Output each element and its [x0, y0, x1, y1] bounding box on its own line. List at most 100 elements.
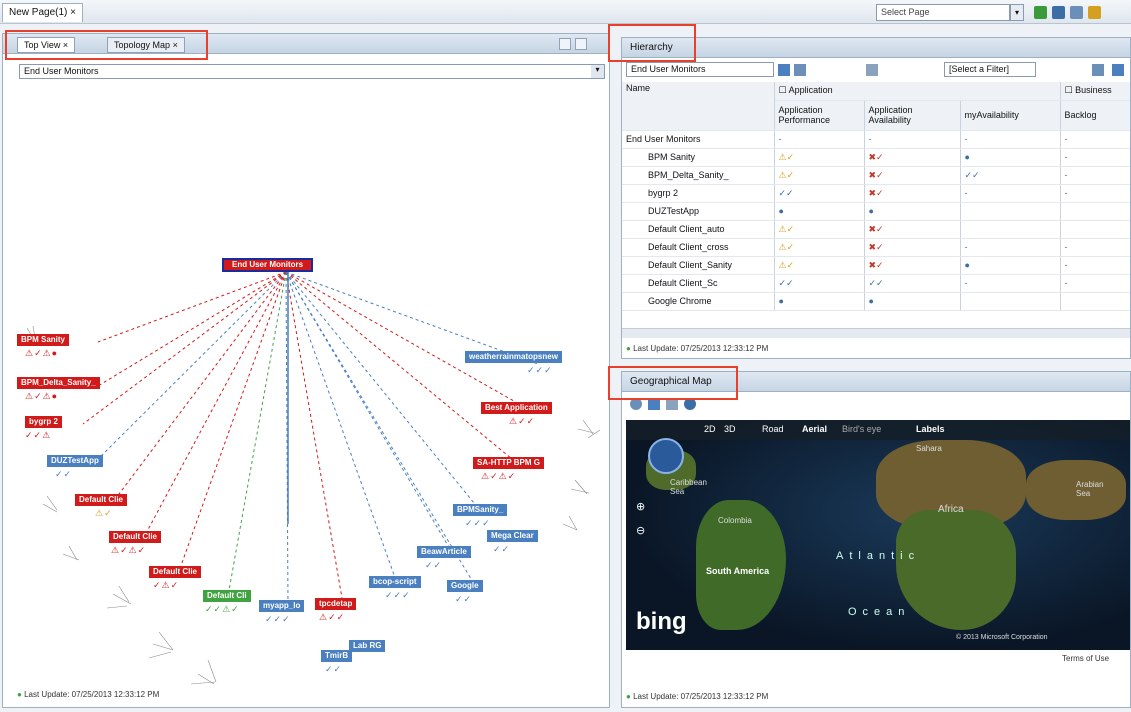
col-group-label: Application	[788, 85, 833, 96]
root-node[interactable]: End User Monitors	[222, 258, 314, 272]
locate-icon[interactable]	[630, 398, 642, 410]
cell-backlog	[1060, 292, 1130, 311]
select-page-dropdown[interactable]: Select Page	[876, 4, 1010, 21]
map-nav-3d[interactable]: 3D	[724, 424, 736, 434]
cell-name[interactable]: BPM_Delta_Sanity_	[622, 166, 775, 185]
table-row[interactable]: DUZTestApp ● ●	[622, 202, 1130, 221]
map-nav-road[interactable]: Road	[762, 424, 784, 434]
layout-icon[interactable]	[1070, 6, 1083, 19]
col-app-availability[interactable]: Application Availability	[864, 100, 961, 131]
zoom-in-icon[interactable]: ⊕	[636, 500, 650, 514]
col-group-business[interactable]: ☐ Business	[1060, 82, 1130, 101]
cell-my-availability	[960, 292, 1061, 311]
terms-of-use-link[interactable]: Terms of Use	[1062, 654, 1109, 663]
node-label: Google	[451, 581, 479, 590]
col-group-application[interactable]: ☐ Application	[774, 82, 1061, 101]
export-icon[interactable]	[1112, 64, 1124, 76]
node-label: myapp_lo	[263, 601, 301, 610]
topology-node[interactable]: Default Clie	[75, 494, 128, 506]
topology-node[interactable]: Best Application	[481, 402, 552, 414]
filter-icon[interactable]	[866, 64, 878, 76]
cell-my-availability: -	[960, 238, 1061, 257]
panel-title: Geographical Map	[630, 376, 712, 387]
topology-node[interactable]: Default Cli	[203, 590, 251, 602]
topology-node[interactable]: tpcdetap	[315, 598, 357, 610]
hierarchy-table: Name ☐ Application ☐ Business Applicatio…	[622, 82, 1130, 311]
topology-node[interactable]: SA-HTTP BPM G	[473, 457, 544, 469]
table-row[interactable]: Default Client_cross ⚠✓ ✖✓ - -	[622, 238, 1130, 257]
topology-node[interactable]: Default Clie	[109, 531, 162, 543]
table-row[interactable]: BPM Sanity ⚠✓ ✖✓ ● -	[622, 148, 1130, 167]
save-icon[interactable]	[648, 398, 660, 410]
topology-node[interactable]: Lab RG	[349, 640, 386, 652]
table-row[interactable]: Default Client_auto ⚠✓ ✖✓	[622, 220, 1130, 239]
cell-name[interactable]: Default Client_Sc	[622, 274, 775, 293]
col-name[interactable]: Name	[622, 82, 775, 131]
expand-icon[interactable]	[778, 64, 790, 76]
map-canvas[interactable]: 2D 3D Road Aerial Bird's eye Labels ⊕ ⊖ …	[626, 420, 1130, 650]
save-icon[interactable]	[1052, 6, 1065, 19]
table-row[interactable]: Google Chrome ● ●	[622, 292, 1130, 311]
cell-app-availability: ●	[864, 202, 961, 221]
cell-my-availability: ●	[960, 256, 1061, 275]
cell-app-performance: ●	[774, 292, 865, 311]
cell-name[interactable]: End User Monitors	[622, 130, 775, 149]
cell-name[interactable]: Default Client_auto	[622, 220, 775, 239]
horizontal-scrollbar[interactable]	[622, 328, 1130, 338]
topology-node[interactable]: BPM Sanity	[17, 334, 70, 346]
cell-app-performance: ⚠✓	[774, 220, 865, 239]
topology-node[interactable]: BeawArticle	[417, 546, 471, 558]
topology-node[interactable]: TmirB	[321, 650, 353, 662]
refresh-icon[interactable]	[1034, 6, 1047, 19]
filter-dropdown[interactable]: [Select a Filter]	[944, 62, 1036, 77]
table-row[interactable]: bygrp 2 ✓✓ ✖✓ - -	[622, 184, 1130, 203]
node-label: DUZTestApp	[51, 456, 99, 465]
table-row[interactable]: End User Monitors - - - -	[622, 130, 1130, 149]
col-app-performance[interactable]: Application Performance	[774, 100, 865, 131]
topology-node[interactable]: BPM_Delta_Sanity_	[17, 377, 100, 389]
col-backlog[interactable]: Backlog	[1060, 100, 1130, 131]
cell-name[interactable]: Google Chrome	[622, 292, 775, 311]
cell-name[interactable]: BPM Sanity	[622, 148, 775, 167]
settings-icon[interactable]	[1092, 64, 1104, 76]
topology-node[interactable]: bcop-script	[369, 576, 421, 588]
collapse-icon[interactable]	[794, 64, 806, 76]
close-icon[interactable]: ×	[70, 7, 76, 18]
table-row[interactable]: Default Client_Sanity ⚠✓ ✖✓ ● -	[622, 256, 1130, 275]
compass-icon[interactable]	[648, 438, 684, 474]
map-nav-2d[interactable]: 2D	[704, 424, 716, 434]
table-row[interactable]: Default Client_Sc ✓✓ ✓✓ - -	[622, 274, 1130, 293]
topology-links	[22, 271, 601, 685]
map-nav-aerial[interactable]: Aerial	[802, 424, 827, 434]
topology-node[interactable]: Mega Clear	[487, 530, 538, 542]
map-nav-birdseye[interactable]: Bird's eye	[842, 424, 881, 434]
node-label: BPM Sanity	[21, 335, 66, 344]
node-status-icons: ✓✓✓	[265, 614, 291, 624]
topology-node[interactable]: Google	[447, 580, 483, 592]
settings-icon[interactable]	[684, 398, 696, 410]
help-icon[interactable]	[1088, 6, 1101, 19]
topology-node[interactable]: myapp_lo	[259, 600, 305, 612]
refresh-icon[interactable]	[666, 398, 678, 410]
node-label: SA-HTTP BPM G	[477, 458, 540, 467]
zoom-out-icon[interactable]: ⊖	[636, 524, 650, 538]
topology-node[interactable]: BPMSanity_	[453, 504, 508, 516]
cell-backlog: -	[1060, 130, 1130, 149]
map-nav-labels[interactable]: Labels	[916, 424, 945, 434]
col-my-availability[interactable]: myAvailability	[960, 100, 1061, 131]
cell-name[interactable]: Default Client_cross	[622, 238, 775, 257]
page-tab[interactable]: New Page(1) ×	[2, 3, 83, 22]
cell-name[interactable]: Default Client_Sanity	[622, 256, 775, 275]
node-status-icons: ⚠✓✓	[319, 612, 346, 622]
cell-name[interactable]: DUZTestApp	[622, 202, 775, 221]
cell-name[interactable]: bygrp 2	[622, 184, 775, 203]
chevron-down-icon[interactable]: ▾	[1010, 4, 1024, 21]
hierarchy-view-dropdown[interactable]: End User Monitors	[626, 62, 774, 77]
table-row[interactable]: BPM_Delta_Sanity_ ⚠✓ ✖✓ ✓✓ -	[622, 166, 1130, 185]
topology-node[interactable]: DUZTestApp	[47, 455, 103, 467]
topology-node[interactable]: bygrp 2	[25, 416, 62, 428]
topology-node[interactable]: weatherrainmatopsnew	[465, 351, 562, 363]
topology-node[interactable]: Default Clie	[149, 566, 202, 578]
last-update: ● Last Update: 07/25/2013 12:33:12 PM	[626, 692, 768, 701]
node-status-icons: ✓✓⚠	[25, 430, 52, 440]
